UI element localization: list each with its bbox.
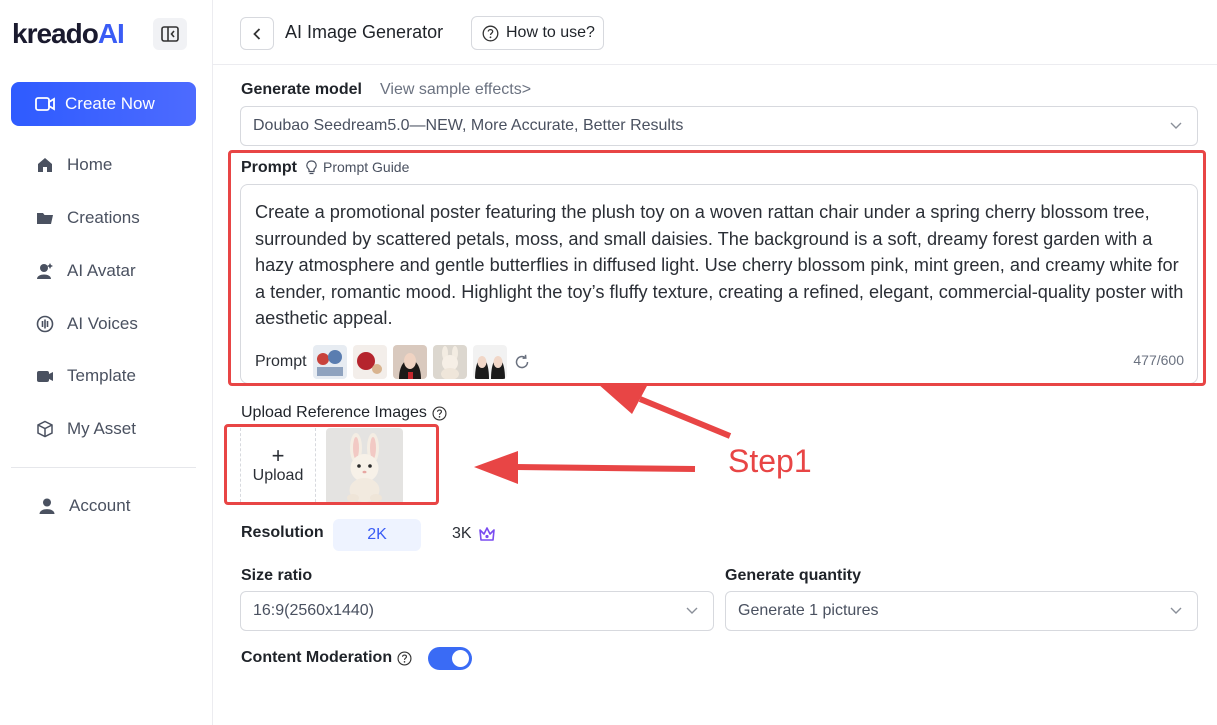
annotation-arrow-prompt [598, 384, 732, 439]
annotation-arrows [474, 384, 732, 484]
annotation-step-label: Step1 [728, 443, 812, 479]
annotation-arrow-upload [474, 451, 696, 484]
